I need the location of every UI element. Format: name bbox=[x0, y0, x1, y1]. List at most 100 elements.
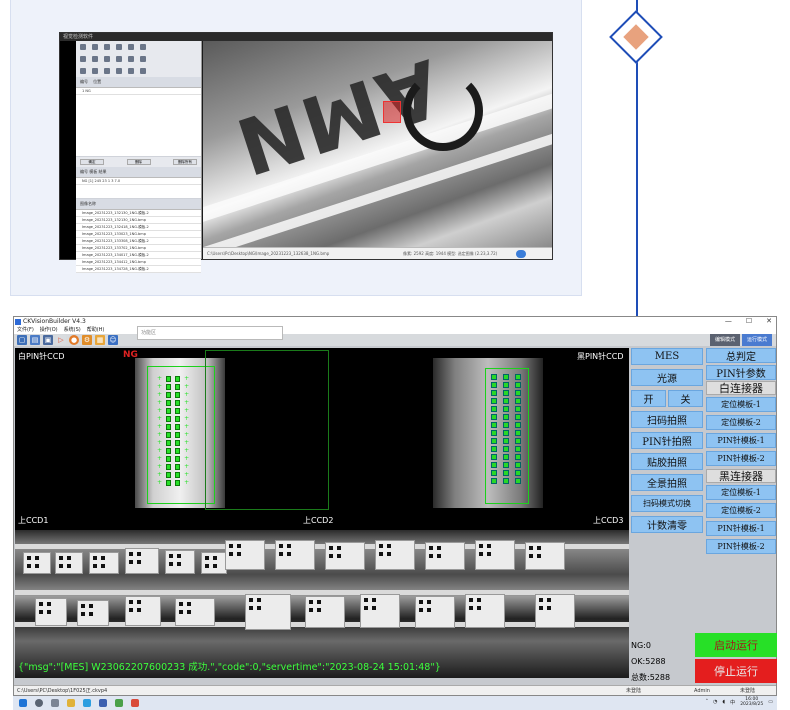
light-off-button[interactable]: 关 bbox=[668, 390, 703, 407]
preview-status-dot-icon bbox=[516, 250, 526, 258]
white-template-button-1[interactable]: 定位模板-1 bbox=[706, 397, 776, 412]
connector-block bbox=[165, 550, 195, 574]
preview-sidebar: 编号 位置 1 NG 确定 删除 删除所有 编号 模板 结果 NG [1] 24… bbox=[76, 41, 202, 273]
black-template-button-4[interactable]: PIN针模板-2 bbox=[706, 539, 776, 554]
white-template-button-3[interactable]: PIN针模板-1 bbox=[706, 433, 776, 448]
search-icon[interactable] bbox=[35, 699, 43, 707]
save-icon[interactable]: ▣ bbox=[43, 335, 53, 345]
tools-icon[interactable]: ▦ bbox=[95, 335, 105, 345]
preview-file-item[interactable]: Image_20231223_132130_1NG.bmp bbox=[76, 217, 201, 224]
stop-icon[interactable]: ● bbox=[69, 335, 79, 345]
light-source-button[interactable]: 光源 bbox=[631, 369, 703, 386]
settings-icon[interactable]: ⚙ bbox=[82, 335, 92, 345]
media-icon[interactable] bbox=[131, 699, 139, 707]
preview-file-item[interactable]: Image_20231223_132130_1NG-模板-2 bbox=[76, 210, 201, 217]
preview-file-item[interactable]: Image_20231223_133702_1NG.bmp bbox=[76, 245, 201, 252]
app-logo-icon bbox=[15, 318, 21, 325]
app-titlebar: CKVisionBuilder V4.3 — ☐ ✕ bbox=[14, 317, 776, 326]
menu-file[interactable]: 文件(F) bbox=[17, 326, 34, 334]
camera-view-area: 白PIN针CCD NG 黑PIN针CCD + + + + + + + + + + + + + + + + + + +… bbox=[15, 348, 629, 678]
count-clear-button[interactable]: 计数清零 bbox=[631, 516, 703, 533]
white-pin bbox=[166, 448, 172, 454]
menu-operate[interactable]: 操作(O) bbox=[40, 326, 58, 334]
black-template-button-2[interactable]: 定位模板-2 bbox=[706, 503, 776, 518]
system-clock[interactable]: 16:00 2023/8/25 bbox=[740, 697, 763, 707]
white-pin bbox=[175, 400, 181, 406]
preview-table-row[interactable]: NG [1] 245 23 1 3 7.0 bbox=[76, 178, 201, 185]
file-explorer-icon[interactable] bbox=[67, 699, 75, 707]
black-template-button-1[interactable]: 定位模板-1 bbox=[706, 485, 776, 500]
os-taskbar: ˄ ◔ ◖ 中 16:00 2023/8/25 ▭ bbox=[13, 696, 777, 710]
preview-defect-marker[interactable] bbox=[383, 101, 401, 123]
run-once-icon[interactable]: ▷ bbox=[56, 335, 66, 345]
white-pin-grid: + + + + + + + + + + + + + + + + + + + + + + + + + + + + bbox=[157, 376, 189, 486]
task-view-icon[interactable] bbox=[51, 699, 59, 707]
preview-file-item[interactable]: Image_20231223_134728_1NG-模板-2 bbox=[76, 266, 201, 273]
maximize-button[interactable]: ☐ bbox=[746, 317, 752, 326]
preview-delete-button[interactable]: 删除 bbox=[126, 159, 151, 165]
preview-file-item[interactable]: Image_20231223_134017_1NG-模板-2 bbox=[76, 252, 201, 259]
white-pin bbox=[175, 416, 181, 422]
white-pin: + bbox=[184, 383, 190, 390]
white-template-button-4[interactable]: PIN针模板-2 bbox=[706, 451, 776, 466]
edit-mode-button[interactable]: 编辑模式 bbox=[709, 334, 740, 346]
pin-param-button[interactable]: PIN针参数 bbox=[706, 365, 776, 380]
ccd2-label: 上CCD2 bbox=[303, 516, 334, 525]
new-file-icon[interactable]: ▢ bbox=[17, 335, 27, 345]
volume-icon[interactable]: ◖ bbox=[723, 699, 726, 705]
white-pin: + bbox=[184, 447, 190, 454]
start-menu-icon[interactable] bbox=[19, 699, 27, 707]
white-pin bbox=[175, 472, 181, 478]
white-template-button-2[interactable]: 定位模板-2 bbox=[706, 415, 776, 430]
preview-file-item[interactable]: Image_20231223_133308_1NG-模板-2 bbox=[76, 238, 201, 245]
open-folder-icon[interactable]: ▤ bbox=[30, 335, 40, 345]
preview-panel: 视觉检测软件 编号 位置 1 NG 确定 删除 删除所有 编号 模板 结果 NG… bbox=[10, 0, 582, 296]
menu-system[interactable]: 系统(S) bbox=[64, 326, 81, 334]
app-taskbar-icon[interactable] bbox=[99, 699, 107, 707]
black-pin bbox=[503, 390, 509, 396]
project-path: C:\Users\PC\Desktop\1F025正.ckvp4 bbox=[17, 688, 108, 694]
black-pin bbox=[491, 406, 497, 412]
pin-photo-button[interactable]: PIN针拍照 bbox=[631, 432, 703, 449]
menu-help[interactable]: 帮助(H) bbox=[87, 326, 105, 334]
preview-sidebar-row[interactable]: 1 NG bbox=[76, 88, 201, 95]
glue-photo-button[interactable]: 贴胶拍照 bbox=[631, 453, 703, 470]
preview-file-item[interactable]: Image_20231223_132418_1NG-模板-2 bbox=[76, 224, 201, 231]
mes-button[interactable]: MES bbox=[631, 348, 703, 365]
preview-delete-all-button[interactable]: 删除所有 bbox=[173, 159, 197, 165]
preview-ring-shape bbox=[403, 71, 483, 151]
preview-table-header: 编号 模板 结果 bbox=[76, 167, 201, 178]
start-run-button[interactable]: 启动运行 bbox=[695, 633, 777, 657]
close-button[interactable]: ✕ bbox=[766, 317, 772, 326]
white-pin: + bbox=[157, 439, 163, 446]
edge-browser-icon[interactable] bbox=[83, 699, 91, 707]
preview-file-item[interactable]: Image_20231223_133023_1NG.bmp bbox=[76, 231, 201, 238]
user-icon[interactable]: ☺ bbox=[108, 335, 118, 345]
total-judgement-button[interactable]: 总判定 bbox=[706, 348, 776, 363]
white-pin bbox=[166, 400, 172, 406]
network-icon[interactable]: ◔ bbox=[713, 699, 717, 705]
white-pin: + bbox=[157, 471, 163, 478]
scan-photo-button[interactable]: 扫码拍照 bbox=[631, 411, 703, 428]
black-pin bbox=[515, 446, 521, 452]
ime-indicator[interactable]: 中 bbox=[730, 699, 735, 706]
white-pin: + bbox=[157, 455, 163, 462]
black-template-button-3[interactable]: PIN针模板-1 bbox=[706, 521, 776, 536]
preview-file-item[interactable]: Image_20231223_134412_1NG.bmp bbox=[76, 259, 201, 266]
preview-confirm-button[interactable]: 确定 bbox=[80, 159, 104, 165]
wechat-icon[interactable] bbox=[115, 699, 123, 707]
scan-mode-switch-button[interactable]: 扫码模式切换 bbox=[631, 495, 703, 512]
function-search-input[interactable]: 功能区 bbox=[137, 326, 283, 340]
black-pin bbox=[503, 462, 509, 468]
run-mode-button[interactable]: 运行模式 bbox=[741, 334, 772, 346]
notification-icon[interactable]: ▭ bbox=[768, 699, 773, 705]
stop-run-button[interactable]: 停止运行 bbox=[695, 659, 777, 683]
connector-block bbox=[35, 598, 67, 626]
tray-up-icon[interactable]: ˄ bbox=[706, 699, 709, 705]
minimize-button[interactable]: — bbox=[725, 317, 732, 326]
light-on-button[interactable]: 开 bbox=[631, 390, 666, 407]
login-mode: 未登陆 bbox=[740, 688, 756, 694]
white-pin: + bbox=[157, 383, 163, 390]
panorama-photo-button[interactable]: 全景拍照 bbox=[631, 474, 703, 491]
black-pin bbox=[515, 414, 521, 420]
